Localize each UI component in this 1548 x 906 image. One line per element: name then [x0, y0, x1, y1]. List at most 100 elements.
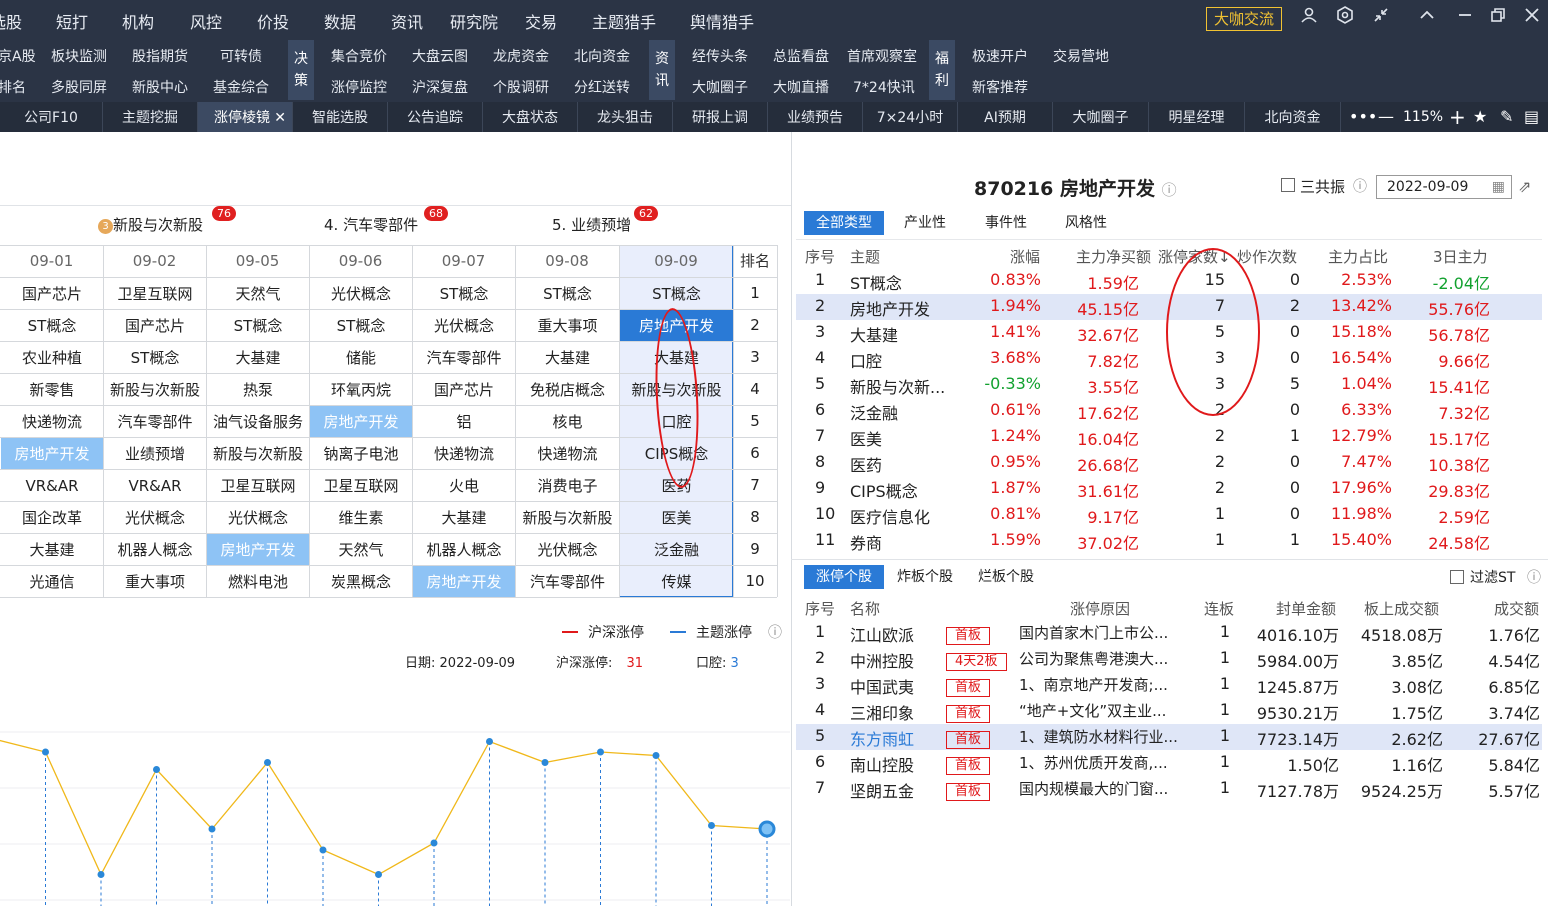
- theme-cell[interactable]: 国产芯片: [413, 374, 515, 405]
- edit-icon[interactable]: ✎: [1500, 102, 1513, 132]
- help-icon[interactable]: ⓘ: [768, 622, 782, 642]
- stock-row[interactable]: 7 坚朗五金 首板 国内规模最大的门窗... 1 7127.78万 9524.25万 5.57…: [796, 776, 1542, 802]
- theme-cell[interactable]: ST概念: [104, 342, 206, 373]
- submenu-dapan-yuntu[interactable]: 大盘云图: [412, 46, 468, 66]
- tab-close-icon[interactable]: ✕: [274, 102, 286, 134]
- date-header[interactable]: 09-02: [103, 245, 206, 277]
- theme-row[interactable]: 7 医美 1.24% 16.04亿 2 1 12.79% 15.17亿: [796, 424, 1542, 450]
- theme-cell[interactable]: 机器人概念: [413, 534, 515, 565]
- theme-cell[interactable]: 光伏概念: [310, 278, 412, 309]
- stock-name[interactable]: 中国武夷: [850, 674, 914, 698]
- theme-cell[interactable]: ST概念: [1, 310, 103, 341]
- chart-point[interactable]: [430, 839, 438, 847]
- date-header[interactable]: 09-09: [619, 245, 733, 277]
- submenu-zongjian-kanpan[interactable]: 总监看盘: [773, 46, 829, 66]
- theme-cell[interactable]: 快递物流: [1, 406, 103, 437]
- stock-name[interactable]: 三湘印象: [850, 700, 914, 724]
- theme-cell[interactable]: 农业种植: [1, 342, 103, 373]
- menu-jigou[interactable]: 机构: [122, 9, 154, 33]
- menu-yanjiuyuan[interactable]: 研究院: [450, 9, 498, 33]
- date-header[interactable]: 09-05: [206, 245, 309, 277]
- theme-cell[interactable]: 大基建: [207, 342, 309, 373]
- shrink-icon[interactable]: [1368, 6, 1394, 32]
- export-icon[interactable]: ⇗: [1518, 177, 1531, 196]
- submenu-beixiang-zijin[interactable]: 北向资金: [574, 46, 630, 66]
- menu-jiaoyi[interactable]: 交易: [525, 9, 557, 33]
- stock-row[interactable]: 2 中洲控股 4天2板 公司为聚焦粤港澳大... 1 5984.00万 3.85亿 4.54亿: [796, 646, 1542, 672]
- help-icon[interactable]: ⓘ: [1353, 176, 1367, 196]
- tab-yeji-yugao[interactable]: 业绩预告: [768, 102, 863, 132]
- submenu-gegu-diaoyan[interactable]: 个股调研: [493, 77, 549, 97]
- tab-f10[interactable]: 公司F10: [0, 102, 103, 132]
- chart-point[interactable]: [708, 822, 715, 829]
- column-header[interactable]: 名称: [850, 598, 880, 619]
- submenu-fenhong-songzhuan[interactable]: 分红送转: [574, 77, 630, 97]
- submenu-shouxi-guanchashi[interactable]: 首席观察室: [847, 46, 917, 66]
- date-header[interactable]: 09-06: [309, 245, 412, 277]
- theme-cell[interactable]: 热泵: [207, 374, 309, 405]
- theme-cell[interactable]: 新股与次新股: [104, 374, 206, 405]
- stock-name[interactable]: 中洲控股: [850, 648, 914, 672]
- theme-cell[interactable]: 大基建: [413, 502, 515, 533]
- submenu-bankuai-jiance[interactable]: 板块监测: [51, 46, 107, 66]
- theme-cell[interactable]: 火电: [413, 470, 515, 501]
- theme-cell[interactable]: 光伏概念: [516, 534, 619, 565]
- column-header[interactable]: 序号: [805, 246, 835, 267]
- date-header[interactable]: 09-07: [412, 245, 515, 277]
- more-icon[interactable]: •••: [1349, 102, 1377, 132]
- filter-st-checkbox[interactable]: [1450, 570, 1464, 584]
- tab-dapan-zhuangtai[interactable]: 大盘状态: [483, 102, 578, 132]
- tab-mingxing-jingli[interactable]: 明星经理: [1149, 102, 1245, 132]
- restore-icon[interactable]: [1485, 6, 1511, 32]
- submenu-zhangting-jiankong[interactable]: 涨停监控: [331, 77, 387, 97]
- submenu-jing-a[interactable]: 京A股: [0, 46, 36, 66]
- stock-row[interactable]: 6 南山控股 首板 1、苏州优质开发商,... 1 1.50亿 1.16亿 5.84亿: [796, 750, 1542, 776]
- tab-daka-quanzi[interactable]: 大咖圈子: [1053, 102, 1149, 132]
- theme-cell[interactable]: 钠离子电池: [310, 438, 412, 469]
- chart-point[interactable]: [319, 846, 327, 854]
- layout-icon[interactable]: ▤: [1524, 102, 1539, 132]
- theme-row[interactable]: 1 ST概念 0.83% 1.59亿 15 0 2.53% -2.04亿: [796, 268, 1542, 294]
- stock-name[interactable]: 南山控股: [850, 752, 914, 776]
- submenu-jihe-jingjia[interactable]: 集合竞价: [331, 46, 387, 66]
- stock-name[interactable]: 江山欧派: [850, 622, 914, 646]
- chart-point[interactable]: [97, 871, 105, 878]
- submenu-xingu-zhongxin[interactable]: 新股中心: [132, 77, 188, 97]
- theme-cell[interactable]: 维生素: [310, 502, 412, 533]
- column-header[interactable]: 板上成交额: [1364, 598, 1439, 619]
- column-header[interactable]: 主题: [850, 246, 880, 267]
- info-icon[interactable]: ⓘ: [1162, 181, 1177, 199]
- theme-cell[interactable]: ST概念: [310, 310, 412, 341]
- user-icon[interactable]: [1296, 6, 1322, 32]
- theme-cell[interactable]: 机器人概念: [104, 534, 206, 565]
- zoom-in-icon[interactable]: +: [1449, 102, 1466, 132]
- star-icon[interactable]: ★: [1473, 102, 1487, 132]
- submenu-jisu-kaihu[interactable]: 极速开户: [972, 46, 1028, 66]
- date-header[interactable]: 09-01: [0, 245, 103, 277]
- theme-cell[interactable]: 汽车零部件: [516, 566, 619, 597]
- filter-all[interactable]: 全部类型: [804, 211, 884, 235]
- submenu-kuaixun[interactable]: 7*24快讯: [853, 77, 915, 97]
- theme-row[interactable]: 5 新股与次新... -0.33% 3.55亿 3 5 1.04% 15.41亿: [796, 372, 1542, 398]
- theme-cell[interactable]: 泛金融: [620, 534, 733, 565]
- tab-beixiang-zijin[interactable]: 北向资金: [1245, 102, 1341, 132]
- stock-row[interactable]: 3 中国武夷 首板 1、南京地产开发商;... 1 1245.87万 3.08亿 6.85亿: [796, 672, 1542, 698]
- submenu-paiming[interactable]: 排名: [0, 77, 26, 97]
- theme-cell[interactable]: VR&AR: [104, 470, 206, 501]
- theme-row[interactable]: 6 泛金融 0.61% 17.62亿 2 0 6.33% 7.32亿: [796, 398, 1542, 424]
- stock-name[interactable]: 坚朗五金: [850, 778, 914, 802]
- menu-zixun[interactable]: 资讯: [391, 9, 423, 33]
- theme-cell[interactable]: 新零售: [1, 374, 103, 405]
- theme-cell[interactable]: 快递物流: [413, 438, 515, 469]
- stock-name[interactable]: 东方雨虹: [850, 726, 914, 750]
- theme-cell[interactable]: 大基建: [1, 534, 103, 565]
- theme-cell[interactable]: 房地产开发: [207, 534, 309, 565]
- submenu-jingchuan-toutiao[interactable]: 经传头条: [692, 46, 748, 66]
- theme-cell[interactable]: 炭黑概念: [310, 566, 412, 597]
- theme-cell[interactable]: 铝: [413, 406, 515, 437]
- theme-row[interactable]: 8 医药 0.95% 26.68亿 2 0 7.47% 10.38亿: [796, 450, 1542, 476]
- theme-cell[interactable]: 燃料电池: [207, 566, 309, 597]
- category-yeji[interactable]: 5. 业绩预增: [552, 214, 631, 235]
- category-xingu[interactable]: 3 新股与次新股: [98, 214, 203, 235]
- minimize-icon[interactable]: [1452, 6, 1478, 32]
